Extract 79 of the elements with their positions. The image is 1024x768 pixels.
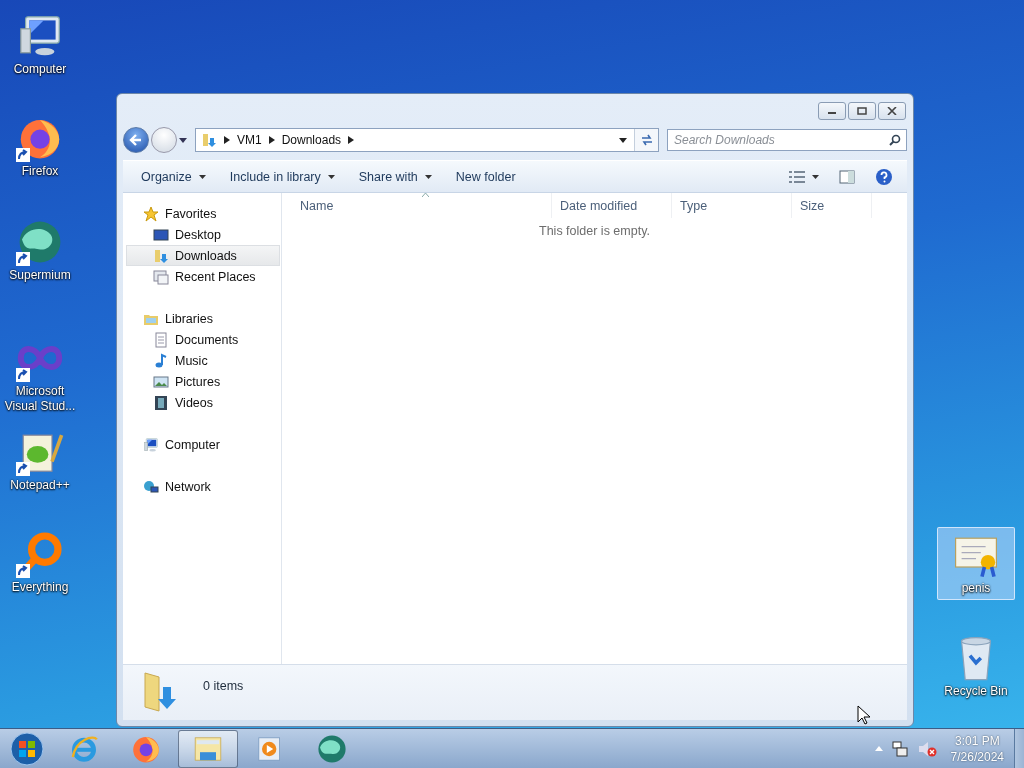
- clock-date: 7/26/2024: [950, 748, 1004, 765]
- toolbar-button[interactable]: Organize: [131, 163, 216, 190]
- search-icon: [889, 134, 901, 146]
- restore-icon: [857, 107, 867, 115]
- icon-label: penis: [961, 581, 991, 596]
- dropdown-icon: [179, 137, 187, 143]
- chevron-icon: [268, 136, 275, 144]
- folder-download-icon: [153, 247, 169, 264]
- toolbar-button[interactable]: New folder: [445, 163, 526, 190]
- show-hidden-icons-icon[interactable]: [874, 746, 883, 751]
- desktop-shortcut[interactable]: Computer: [1, 8, 79, 81]
- network-icon: [143, 478, 159, 495]
- recent-places-icon: [153, 268, 169, 285]
- icon-label: Computer: [13, 62, 67, 77]
- nav-item[interactable]: Desktop: [126, 224, 280, 245]
- picture-icon: [153, 373, 169, 390]
- toolbar-button[interactable]: Share with: [348, 163, 442, 190]
- desktop-shortcut[interactable]: Supermium: [1, 214, 79, 287]
- column-header[interactable]: Type: [672, 193, 792, 218]
- clock-time: 3:01 PM: [954, 732, 1000, 749]
- breadcrumb[interactable]: Downloads: [281, 133, 342, 147]
- icon-label: Recycle Bin: [944, 684, 1008, 699]
- music-note-icon: [153, 352, 169, 369]
- restore-button[interactable]: [848, 102, 876, 120]
- refresh-button[interactable]: [634, 129, 658, 151]
- taskbar-button[interactable]: [178, 729, 238, 768]
- nav-item[interactable]: Favorites: [126, 203, 280, 224]
- back-arrow-icon: [129, 133, 143, 147]
- toolbar-button[interactable]: Include in library: [219, 163, 345, 190]
- desktop-shortcut[interactable]: Microsoft Visual Stud...: [1, 330, 79, 418]
- folder-download-icon: [201, 132, 217, 148]
- item-count: 0 items: [203, 679, 244, 693]
- globe-icon: [316, 732, 348, 765]
- nav-item[interactable]: Libraries: [126, 308, 280, 329]
- desktop-shortcut[interactable]: Firefox: [1, 110, 79, 183]
- computer-icon: [143, 436, 159, 453]
- speaker-icon[interactable]: [916, 739, 937, 758]
- icon-label: Everything: [11, 580, 69, 595]
- document-icon: [153, 331, 169, 348]
- icon-label: Supermium: [9, 268, 71, 283]
- chevron-icon: [348, 136, 355, 144]
- icon-label: Microsoft Visual Stud...: [3, 384, 77, 414]
- desktop-shortcut[interactable]: Everything: [1, 526, 79, 599]
- nav-item[interactable]: Documents: [126, 329, 280, 350]
- close-button[interactable]: [878, 102, 906, 120]
- nav-item[interactable]: Videos: [126, 392, 280, 413]
- empty-folder-message: This folder is empty.: [538, 224, 651, 238]
- nav-item[interactable]: Downloads: [126, 245, 280, 266]
- forward-button[interactable]: [151, 127, 177, 153]
- nav-item[interactable]: Recent Places: [126, 266, 280, 287]
- breadcrumb[interactable]: VM1: [237, 133, 262, 147]
- icon-label: Firefox: [21, 164, 59, 179]
- mouse-pointer-icon: [857, 705, 871, 725]
- monitor-icon: [153, 226, 169, 243]
- caret-icon: [812, 174, 819, 179]
- minimize-button[interactable]: [818, 102, 846, 120]
- search-field[interactable]: Search Downloads: [667, 129, 907, 151]
- chevron-icon: [224, 136, 230, 144]
- show-desktop-button[interactable]: [1014, 728, 1024, 768]
- dropdown-icon: [619, 137, 627, 143]
- column-header[interactable]: Date modified: [552, 193, 672, 218]
- film-icon: [153, 394, 169, 411]
- network-icon[interactable]: [890, 739, 909, 758]
- refresh-icon: [639, 134, 654, 146]
- address-bar[interactable]: VM1 Downloads: [195, 128, 659, 152]
- icon-label: Notepad++: [10, 478, 70, 493]
- help-icon: [875, 167, 893, 186]
- list-view-icon: [789, 170, 805, 183]
- nav-item[interactable]: Network: [126, 476, 280, 497]
- close-icon: [887, 107, 897, 115]
- nav-item[interactable]: Music: [126, 350, 280, 371]
- preview-pane-icon: [839, 169, 855, 184]
- column-header[interactable]: Name: [292, 193, 552, 218]
- back-button[interactable]: [123, 127, 149, 153]
- column-header[interactable]: Size: [792, 193, 872, 218]
- nav-item[interactable]: Pictures: [126, 371, 280, 392]
- nav-item[interactable]: Computer: [126, 434, 280, 455]
- desktop-shortcut[interactable]: Notepad++: [1, 424, 79, 497]
- star-icon: [143, 205, 159, 222]
